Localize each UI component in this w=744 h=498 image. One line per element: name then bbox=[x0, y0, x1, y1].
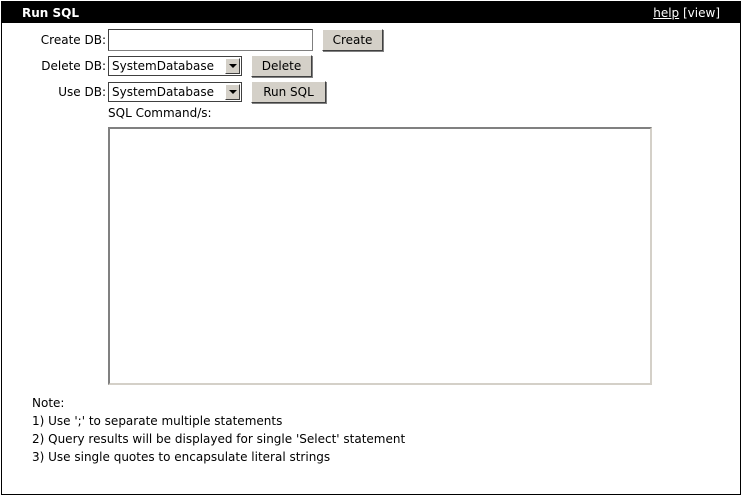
notes-heading: Note: bbox=[32, 396, 65, 410]
create-button[interactable]: Create bbox=[322, 29, 383, 51]
sql-commands-label: SQL Command/s: bbox=[108, 106, 212, 120]
use-db-row: Use DB: SystemDatabase Run SQL bbox=[2, 81, 740, 103]
run-sql-panel: Run SQL help [view] Create DB: Create De… bbox=[1, 1, 741, 495]
chevron-down-icon[interactable] bbox=[225, 58, 240, 74]
title-links: help [view] bbox=[653, 6, 720, 20]
create-db-row: Create DB: Create bbox=[2, 29, 740, 51]
delete-db-select[interactable]: SystemDatabase bbox=[108, 56, 242, 76]
delete-button[interactable]: Delete bbox=[251, 55, 312, 77]
use-db-select[interactable]: SystemDatabase bbox=[108, 82, 242, 102]
use-db-label: Use DB: bbox=[58, 85, 106, 99]
panel-title: Run SQL bbox=[22, 6, 79, 20]
note-item: 2) Query results will be displayed for s… bbox=[32, 432, 406, 446]
note-item: 3) Use single quotes to encapsulate lite… bbox=[32, 450, 331, 464]
help-link[interactable]: help bbox=[653, 6, 679, 20]
notes-section: Note: 1) Use ';' to separate multiple st… bbox=[32, 394, 405, 466]
create-db-label: Create DB: bbox=[40, 33, 106, 47]
chevron-down-icon[interactable] bbox=[225, 84, 240, 100]
sql-command-textarea[interactable] bbox=[108, 127, 652, 385]
delete-db-row: Delete DB: SystemDatabase Delete bbox=[2, 55, 740, 77]
note-item: 1) Use ';' to separate multiple statemen… bbox=[32, 414, 283, 428]
title-bar: Run SQL help [view] bbox=[2, 2, 740, 23]
create-db-input[interactable] bbox=[108, 29, 313, 51]
run-sql-button[interactable]: Run SQL bbox=[251, 81, 326, 103]
delete-db-selected-value: SystemDatabase bbox=[112, 59, 215, 73]
use-db-selected-value: SystemDatabase bbox=[112, 85, 215, 99]
delete-db-label: Delete DB: bbox=[41, 59, 106, 73]
view-link[interactable]: [view] bbox=[683, 6, 720, 20]
